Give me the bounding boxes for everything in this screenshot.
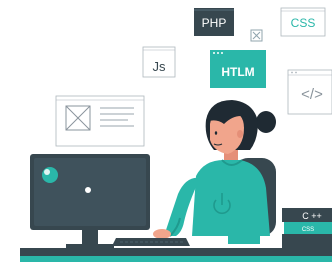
woman-figure xyxy=(153,100,276,244)
keyboard xyxy=(112,238,190,246)
js-label: Js xyxy=(153,59,167,74)
image-placeholder-card xyxy=(55,95,145,147)
css-small-label: CSS xyxy=(302,227,314,233)
cpp-label: C ++ xyxy=(302,211,322,221)
js-card: Js xyxy=(142,46,176,78)
book-stack: C ++ CSS xyxy=(282,208,332,248)
htlm-card: HTLM xyxy=(210,50,266,88)
htlm-label: HTLM xyxy=(221,65,254,79)
monitor xyxy=(30,154,150,248)
code-brackets-card: </> xyxy=(287,69,332,115)
close-small-icon xyxy=(250,29,263,42)
desk xyxy=(20,248,332,262)
css-card: CSS xyxy=(280,7,326,37)
developer-illustration: PHP CSS Js HTLM </> C ++ CSS xyxy=(20,7,332,262)
css-label: CSS xyxy=(291,16,316,30)
php-card: PHP xyxy=(194,8,234,36)
php-label: PHP xyxy=(202,16,227,30)
code-brackets-label: </> xyxy=(301,86,323,103)
